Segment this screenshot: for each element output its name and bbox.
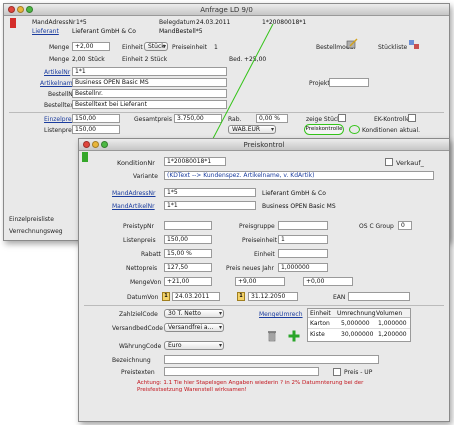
zahlziel-select[interactable]: 30 T. Netto <box>164 309 224 318</box>
preis-up-checkbox[interactable] <box>333 368 341 376</box>
nettopreis-label: Nettopreis <box>126 265 158 272</box>
preistypnr-field[interactable] <box>164 221 212 230</box>
umrech-cell: 1,000000 <box>378 320 407 327</box>
preiskontrol-window: Preiskontrol KonditionNr 1*20080018*1 Ve… <box>78 138 450 422</box>
preiskontrol-titlebar: Preiskontrol <box>79 139 449 151</box>
add-icon[interactable] <box>288 330 300 342</box>
preis-neues-jahr-label: Preis neues Jahr <box>226 265 274 272</box>
datumbis-field[interactable]: 31.12.2050 <box>248 292 298 301</box>
mandartikelnr-label[interactable]: MandArtikelNr <box>112 203 155 210</box>
datumvon-field[interactable]: 24.03.2011 <box>172 292 220 301</box>
osc-field[interactable]: 0 <box>398 221 412 230</box>
warning-note: Achtung: 1.1 Tie hier Stapelsgen Angaben… <box>137 380 364 393</box>
umrech-cell: 5,000000 <box>341 320 370 327</box>
datumvon-label: DatumVon <box>127 294 159 301</box>
table-row[interactable]: Karton 5,000000 1,000000 <box>308 319 410 329</box>
preistext-label: Preistexten <box>121 369 155 376</box>
preisgruppe-label: Preisgruppe <box>239 223 275 230</box>
trash-icon[interactable] <box>267 330 277 342</box>
mengevon-field[interactable]: +21,00 <box>164 277 212 286</box>
datumbis-calendar-icon[interactable]: 1 <box>237 292 245 301</box>
waehrung-label: WährungCode <box>119 343 162 350</box>
preistypnr-label: PreistypNr <box>123 223 154 230</box>
preiseinheit-field[interactable]: 1 <box>278 235 328 244</box>
listenpreis-label: Listenpreis <box>123 237 156 244</box>
osc-label: OS C Group <box>359 223 394 230</box>
umrech-table: Einheit Umrechnung Volumen Karton 5,0000… <box>307 308 411 342</box>
record-marker <box>82 152 88 162</box>
konditionnr-field[interactable]: 1*20080018*1 <box>164 157 226 166</box>
umrech-cell: 30,000000 <box>341 331 374 338</box>
versand-label: VersandbedCode <box>112 325 163 332</box>
ean-label: EAN <box>333 294 346 301</box>
bezeichnung-label: Bezeichnung <box>112 357 151 364</box>
variante-label: Variante <box>133 173 158 180</box>
preistext-field[interactable] <box>164 367 319 376</box>
umrech-cell: Kiste <box>310 331 325 338</box>
preis-up-label[interactable]: Preis - UP <box>344 369 372 376</box>
rabatt-field[interactable]: 15,00 % <box>164 249 212 258</box>
verkauf-label[interactable]: Verkauf_ <box>396 159 424 167</box>
artikel-value: Business OPEN Basic MS <box>262 203 336 210</box>
mengeumrech-label[interactable]: MengeUmrech <box>259 311 303 318</box>
mengevon-label: MengeVon <box>130 279 162 286</box>
variante-field[interactable]: (KDText --> Kundenspez. Artikelname, v. … <box>164 171 434 180</box>
window-title: Preiskontrol <box>243 141 285 149</box>
umrech-header: Einheit Umrechnung Volumen <box>308 309 410 318</box>
mengebis-field[interactable]: +9,00 <box>235 277 285 286</box>
preiseinheit-label: Preiseinheit <box>242 237 278 244</box>
umrech-header-volumen: Volumen <box>376 310 403 317</box>
mandartikelnr-field[interactable]: 1*1 <box>164 201 256 210</box>
lieferant-value: Lieferant GmbH & Co <box>262 190 326 197</box>
ean-field[interactable] <box>348 292 410 301</box>
zahlziel-label: ZahlzielCode <box>119 311 158 318</box>
umrech-cell: 1,200000 <box>378 331 407 338</box>
separator-line <box>84 305 444 306</box>
rabatt-label: Rabatt <box>141 251 161 258</box>
umrech-cell: Karton <box>310 320 330 327</box>
preisgruppe-field[interactable] <box>278 221 328 230</box>
datumvon-calendar-icon[interactable]: 1 <box>162 292 170 301</box>
einheit-label: Einheit <box>254 251 275 258</box>
verkauf-checkbox[interactable] <box>385 158 393 166</box>
bezeichnung-field[interactable] <box>164 355 379 364</box>
listenpreis-field[interactable]: 150,00 <box>164 235 212 244</box>
mengebis2-field[interactable]: +0,00 <box>303 277 353 286</box>
konditionnr-label: KonditionNr <box>117 159 155 167</box>
waehrung-select[interactable]: Euro <box>164 341 224 350</box>
mandadressnr-label[interactable]: MandAdressNr <box>112 190 156 197</box>
umrech-header-umrechnung: Umrechnung <box>337 310 376 317</box>
nettopreis-field[interactable]: 127,50 <box>164 263 212 272</box>
table-row[interactable]: Kiste 30,000000 1,200000 <box>308 330 410 340</box>
einheit-field[interactable] <box>278 249 328 258</box>
preis-neues-jahr-field[interactable]: 1,000000 <box>278 263 328 272</box>
versand-select[interactable]: Versandfrei a... <box>164 323 224 332</box>
mandadressnr-field[interactable]: 1*5 <box>164 188 256 197</box>
umrech-header-einheit: Einheit <box>310 310 331 317</box>
